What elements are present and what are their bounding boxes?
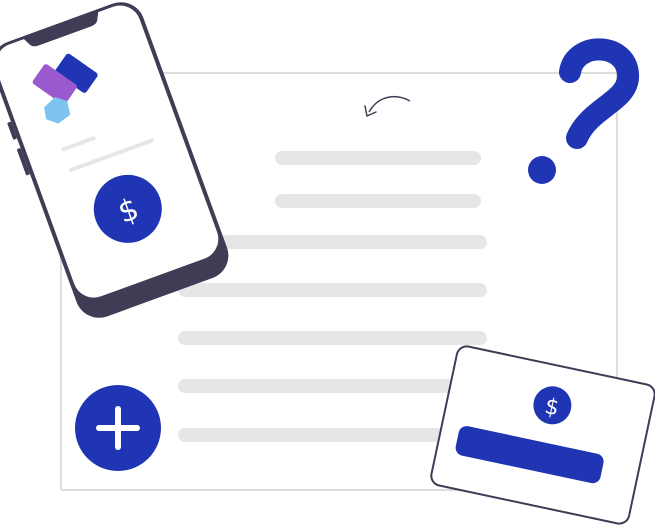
add-button[interactable] <box>75 385 161 471</box>
payment-card: $ <box>430 345 655 525</box>
illustration: $ $ <box>0 2 655 525</box>
